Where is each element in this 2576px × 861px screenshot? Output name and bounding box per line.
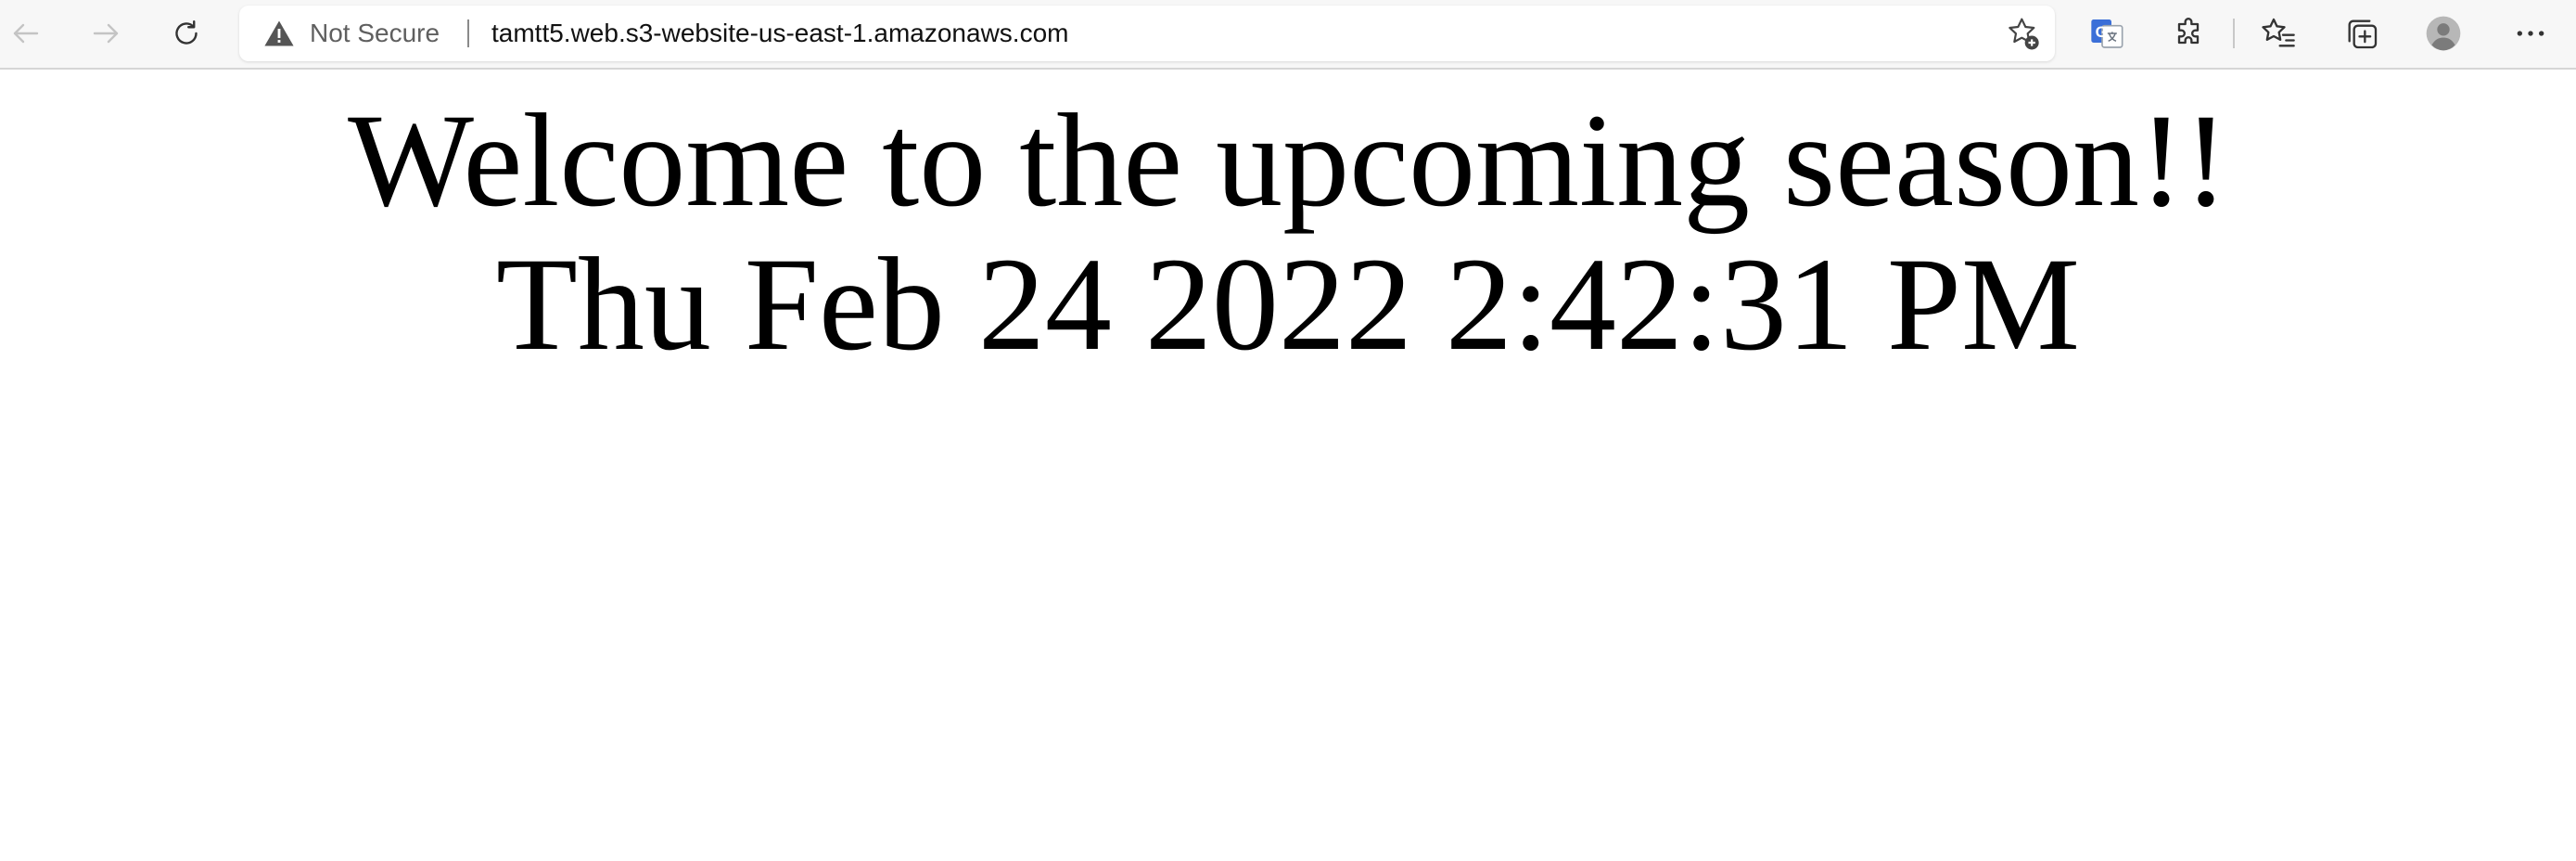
forward-button[interactable] [82, 9, 130, 58]
address-divider [467, 19, 469, 47]
translate-button[interactable]: G [2086, 13, 2127, 54]
back-arrow-icon [13, 23, 39, 44]
puzzle-icon [2177, 18, 2200, 45]
browser-toolbar: Not Secure tamtt5.web.s3-website-us-east… [0, 0, 2576, 70]
refresh-icon [175, 20, 198, 45]
toolbar-divider [2233, 19, 2235, 48]
security-status-label[interactable]: Not Secure [310, 6, 440, 61]
svg-text:G: G [2096, 23, 2108, 41]
welcome-heading: Welcome to the upcoming season!! [348, 87, 2228, 235]
star-add-icon[interactable] [2005, 15, 2042, 52]
url-text[interactable]: tamtt5.web.s3-website-us-east-1.amazonaw… [491, 6, 1068, 61]
avatar-icon [2426, 16, 2461, 51]
extensions-button[interactable] [2168, 13, 2209, 54]
translate-icon: G [2091, 19, 2123, 48]
settings-menu-button[interactable] [2510, 13, 2551, 54]
forward-arrow-icon [93, 23, 119, 44]
warning-icon[interactable] [263, 19, 295, 48]
collections-button[interactable] [2341, 13, 2382, 54]
favorites-button[interactable] [2258, 13, 2299, 54]
collections-icon [2348, 19, 2378, 49]
datetime-heading: Thu Feb 24 2022 2:42:31 PM [495, 231, 2081, 379]
back-button[interactable] [2, 9, 50, 58]
page-content: Welcome to the upcoming season!! Thu Feb… [0, 70, 2576, 861]
refresh-button[interactable] [162, 9, 210, 58]
more-icon [2517, 31, 2544, 36]
favorites-icon [2262, 18, 2295, 47]
address-bar[interactable]: Not Secure tamtt5.web.s3-website-us-east… [239, 6, 2055, 61]
profile-button[interactable] [2423, 13, 2464, 54]
